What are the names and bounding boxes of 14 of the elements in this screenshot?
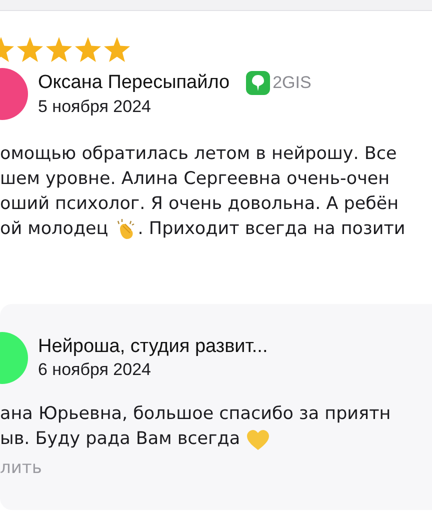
heart-icon xyxy=(246,428,270,450)
reply-action-link[interactable]: лить xyxy=(0,458,42,478)
source-label: 2GIS xyxy=(272,73,312,93)
review-text-line: ыв. Буду рада Вам всегда xyxy=(0,427,432,452)
responder-name: Нейроша, студия развит... xyxy=(38,336,268,358)
map-pin-icon xyxy=(246,71,270,95)
review-text-line: оший психолог. Я очень довольна. А ребён xyxy=(0,193,400,216)
review-text-line: омощью обратилась летом в нейрошу. Все xyxy=(0,143,398,166)
reply-date: 6 ноября 2024 xyxy=(38,360,152,380)
review-text-line: ана Юрьевна, большое спасибо за приятн xyxy=(0,403,392,426)
review-text-line: ой молодец . Приходит всегда на позити xyxy=(0,217,432,242)
review-date: 5 ноября 2024 xyxy=(38,97,152,117)
review-text-line: шем уровне. Алина Сергеевна очень-очен xyxy=(0,168,391,191)
reviewer-name: Оксана Пересыпайло xyxy=(38,72,230,94)
